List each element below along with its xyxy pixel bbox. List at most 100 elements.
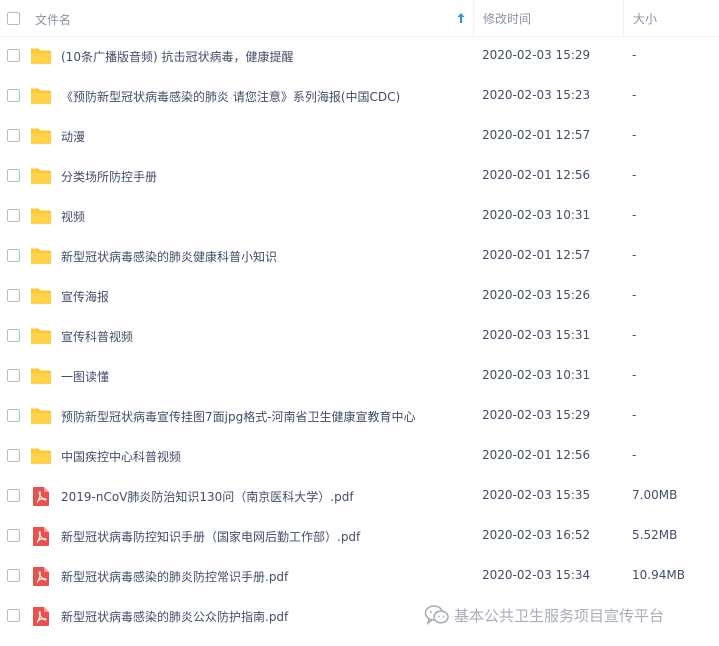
modified-time: 2020-02-01 12:57 <box>482 248 591 262</box>
column-header-modified-time-label: 修改时间 <box>483 11 532 26</box>
column-header-name-label: 文件名 <box>35 12 72 27</box>
folder-icon[interactable] <box>30 285 52 307</box>
file-name-link[interactable]: (10条广播版音频) 抗击冠状病毒，健康提醒 <box>61 48 293 65</box>
file-size: 7.00MB <box>632 488 678 502</box>
row-checkbox[interactable] <box>7 169 20 182</box>
file-row[interactable]: 新型冠状病毒感染的肺炎防控常识手册.pdf 2020-02-03 15:34 10.… <box>0 557 719 597</box>
watermark-text: 基本公共卫生服务项目宣传平台 <box>454 606 665 625</box>
folder-icon[interactable] <box>30 45 52 67</box>
file-name-link[interactable]: 2019-nCoV肺炎防治知识130问（南京医科大学）.pdf <box>61 488 354 505</box>
file-name-link[interactable]: 新型冠状病毒感染的肺炎公众防护指南.pdf <box>61 608 288 625</box>
file-size: - <box>632 328 637 342</box>
file-name-link[interactable]: 预防新型冠状病毒宣传挂图7面jpg格式-河南省卫生健康宣教育中心 <box>61 408 416 425</box>
folder-row[interactable]: 宣传海报 2020-02-03 15:26 - <box>0 277 719 317</box>
file-size: - <box>632 48 637 62</box>
file-row[interactable]: 新型冠状病毒防控知识手册（国家电网后勤工作部）.pdf 2020-02-03 16… <box>0 517 719 557</box>
file-list-header: 文件名 修改时间 大小 <box>0 0 719 37</box>
file-name-link[interactable]: 中国疾控中心科普视频 <box>61 448 181 465</box>
wechat-icon <box>424 605 449 625</box>
file-name-link[interactable]: 《预防新型冠状病毒感染的肺炎 请您注意》系列海报(中国CDC) <box>61 88 400 105</box>
pdf-file-icon[interactable] <box>30 605 52 627</box>
file-size: - <box>632 88 637 102</box>
row-checkbox[interactable] <box>7 129 20 142</box>
row-checkbox[interactable] <box>7 449 20 462</box>
folder-row[interactable]: 视频 2020-02-03 10:31 - <box>0 197 719 237</box>
modified-time: 2020-02-03 15:35 <box>482 488 591 502</box>
file-name-link[interactable]: 视频 <box>61 208 85 225</box>
folder-icon[interactable] <box>30 445 52 467</box>
folder-row[interactable]: 预防新型冠状病毒宣传挂图7面jpg格式-河南省卫生健康宣教育中心 2020-02-… <box>0 397 719 437</box>
modified-time: 2020-02-03 10:31 <box>482 208 591 222</box>
row-checkbox[interactable] <box>7 289 20 302</box>
file-name-link[interactable]: 新型冠状病毒感染的肺炎健康科普小知识 <box>61 248 277 265</box>
file-size: - <box>632 408 637 422</box>
folder-icon[interactable] <box>30 205 52 227</box>
folder-row[interactable]: 动漫 2020-02-01 12:57 - <box>0 117 719 157</box>
sort-ascending-arrow-icon[interactable] <box>456 10 466 26</box>
folder-icon[interactable] <box>30 365 52 387</box>
modified-time: 2020-02-01 12:56 <box>482 448 591 462</box>
row-checkbox[interactable] <box>7 409 20 422</box>
row-checkbox[interactable] <box>7 89 20 102</box>
file-name-link[interactable]: 新型冠状病毒感染的肺炎防控常识手册.pdf <box>61 568 288 585</box>
file-row[interactable]: 2019-nCoV肺炎防治知识130问（南京医科大学）.pdf 2020-02-0… <box>0 477 719 517</box>
file-name-link[interactable]: 宣传海报 <box>61 288 109 305</box>
modified-time: 2020-02-03 16:52 <box>482 528 591 542</box>
column-header-size-label: 大小 <box>633 11 658 26</box>
file-size: - <box>632 448 637 462</box>
file-size: - <box>632 368 637 382</box>
folder-row[interactable]: 《预防新型冠状病毒感染的肺炎 请您注意》系列海报(中国CDC) 2020-02-0… <box>0 77 719 117</box>
folder-row[interactable]: 新型冠状病毒感染的肺炎健康科普小知识 2020-02-01 12:57 - <box>0 237 719 277</box>
row-checkbox[interactable] <box>7 569 20 582</box>
row-checkbox[interactable] <box>7 249 20 262</box>
modified-time: 2020-02-03 15:26 <box>482 288 591 302</box>
modified-time: 2020-02-01 12:56 <box>482 168 591 182</box>
column-header-name[interactable]: 文件名 <box>0 0 473 37</box>
folder-row[interactable]: 中国疾控中心科普视频 2020-02-01 12:56 - <box>0 437 719 477</box>
modified-time: 2020-02-03 15:31 <box>482 328 591 342</box>
modified-time: 2020-02-03 15:29 <box>482 408 591 422</box>
folder-icon[interactable] <box>30 85 52 107</box>
file-size: 10.94MB <box>632 568 685 582</box>
file-list: (10条广播版音频) 抗击冠状病毒，健康提醒 2020-02-03 15:29- 《… <box>0 37 719 637</box>
file-name-link[interactable]: 分类场所防控手册 <box>61 168 157 185</box>
folder-row[interactable]: 宣传科普视频 2020-02-03 15:31 - <box>0 317 719 357</box>
row-checkbox[interactable] <box>7 529 20 542</box>
row-checkbox[interactable] <box>7 369 20 382</box>
row-checkbox[interactable] <box>7 489 20 502</box>
modified-time: 2020-02-03 10:31 <box>482 368 591 382</box>
folder-icon[interactable] <box>30 325 52 347</box>
watermark: 基本公共卫生服务项目宣传平台 <box>424 604 664 626</box>
file-name-link[interactable]: 动漫 <box>61 128 85 145</box>
file-size: - <box>632 128 637 142</box>
file-size: - <box>632 248 637 262</box>
modified-time: 2020-02-03 15:23 <box>482 88 591 102</box>
column-header-size[interactable]: 大小 <box>623 0 719 37</box>
column-header-modified-time[interactable]: 修改时间 <box>473 0 623 37</box>
select-all-checkbox[interactable] <box>7 11 20 25</box>
file-size: - <box>632 208 637 222</box>
modified-time: 2020-02-03 15:29 <box>482 48 591 62</box>
modified-time: 2020-02-03 15:34 <box>482 568 591 582</box>
folder-icon[interactable] <box>30 125 52 147</box>
pdf-file-icon[interactable] <box>30 485 52 507</box>
folder-row[interactable]: 一图读懂 2020-02-03 10:31 - <box>0 357 719 397</box>
folder-row[interactable]: 分类场所防控手册 2020-02-01 12:56 - <box>0 157 719 197</box>
file-size: 5.52MB <box>632 528 678 542</box>
file-size: - <box>632 168 637 182</box>
folder-icon[interactable] <box>30 165 52 187</box>
file-name-link[interactable]: 宣传科普视频 <box>61 328 133 345</box>
file-name-link[interactable]: 一图读懂 <box>61 368 109 385</box>
pdf-file-icon[interactable] <box>30 525 52 547</box>
folder-row[interactable]: (10条广播版音频) 抗击冠状病毒，健康提醒 2020-02-03 15:29 - <box>0 37 719 77</box>
file-size: - <box>632 288 637 302</box>
folder-icon[interactable] <box>30 245 52 267</box>
row-checkbox[interactable] <box>7 609 20 622</box>
row-checkbox[interactable] <box>7 209 20 222</box>
modified-time: 2020-02-01 12:57 <box>482 128 591 142</box>
folder-icon[interactable] <box>30 405 52 427</box>
row-checkbox[interactable] <box>7 49 20 62</box>
file-name-link[interactable]: 新型冠状病毒防控知识手册（国家电网后勤工作部）.pdf <box>61 528 360 545</box>
pdf-file-icon[interactable] <box>30 565 52 587</box>
row-checkbox[interactable] <box>7 329 20 342</box>
